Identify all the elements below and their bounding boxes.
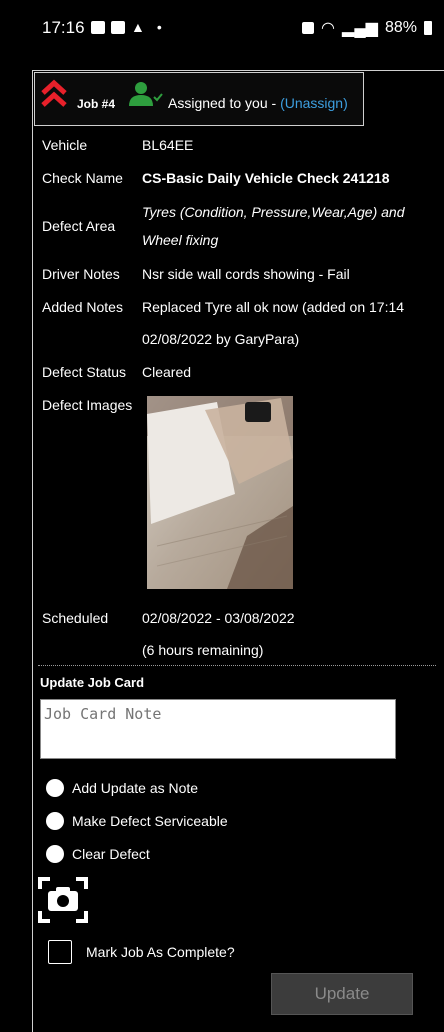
job-card-note-input[interactable]: [40, 699, 396, 759]
defect-images-label: Defect Images: [42, 397, 133, 413]
notification-dot-icon: •: [156, 19, 162, 35]
radio-button[interactable]: [46, 845, 64, 863]
signal-icon: ▂▄▆: [342, 20, 378, 37]
radio-button[interactable]: [46, 812, 64, 830]
defect-area-label: Defect Area: [42, 218, 116, 234]
bell-icon: ▲: [131, 19, 145, 35]
driver-notes-label: Driver Notes: [42, 266, 120, 282]
scheduled-label: Scheduled: [42, 610, 109, 626]
job-number: Job #4: [77, 97, 116, 111]
section-divider: [38, 665, 436, 666]
update-section-title: Update Job Card: [40, 675, 145, 690]
added-notes-value: Replaced Tyre all ok now (added on 17:14…: [142, 299, 405, 347]
mark-complete-checkbox[interactable]: [48, 940, 72, 964]
wifi-icon: ◠: [321, 20, 336, 37]
defect-photo-icon: [147, 396, 293, 589]
option-clear-defect[interactable]: Clear Defect: [46, 845, 150, 863]
time-remaining: (6 hours remaining): [142, 642, 264, 658]
option-label: Make Defect Serviceable: [72, 813, 228, 829]
added-notes-label: Added Notes: [42, 299, 123, 315]
unassign-link[interactable]: (Unassign): [280, 95, 348, 111]
battery-icon: [424, 21, 432, 35]
vehicle-value: BL64EE: [142, 137, 194, 153]
message-icon: [91, 20, 105, 34]
defect-status-value: Cleared: [142, 364, 192, 380]
vehicle-label: Vehicle: [42, 137, 88, 153]
assignment-status: Assigned to you - (Unassign): [168, 95, 348, 111]
check-name-label: Check Name: [42, 170, 123, 186]
status-time: 17:16: [42, 18, 85, 37]
scheduled-value: 02/08/2022 - 03/08/2022: [142, 610, 295, 626]
option-make-serviceable[interactable]: Make Defect Serviceable: [46, 812, 228, 830]
check-name-value: CS-Basic Daily Vehicle Check 241218: [142, 170, 390, 186]
defect-status-label: Defect Status: [42, 364, 127, 380]
sim-icon: [302, 22, 315, 34]
defect-image-thumbnail[interactable]: [147, 396, 293, 589]
battery-percent: 88%: [384, 19, 417, 36]
defect-area-value: Tyres (Condition, Pressure,Wear,Age) and…: [142, 204, 405, 248]
driver-notes-value: Nsr side wall cords showing - Fail: [142, 266, 350, 282]
option-add-note[interactable]: Add Update as Note: [46, 779, 198, 797]
app-notification-icon: [111, 20, 125, 34]
option-label: Clear Defect: [72, 846, 150, 862]
status-bar: 17:16 ▲ • ◠ ▂▄▆ 88%: [0, 0, 444, 54]
job-header: Job #4 Assigned to you - (Unassign): [34, 72, 364, 126]
camera-icon[interactable]: [38, 877, 88, 923]
mark-complete-label: Mark Job As Complete?: [86, 944, 235, 960]
high-priority-chevron-icon: [41, 79, 67, 107]
radio-button[interactable]: [46, 779, 64, 797]
assigned-user-icon: [129, 82, 163, 106]
mark-complete-row[interactable]: Mark Job As Complete?: [48, 940, 235, 964]
update-button[interactable]: Update: [271, 973, 413, 1015]
option-label: Add Update as Note: [72, 780, 199, 796]
